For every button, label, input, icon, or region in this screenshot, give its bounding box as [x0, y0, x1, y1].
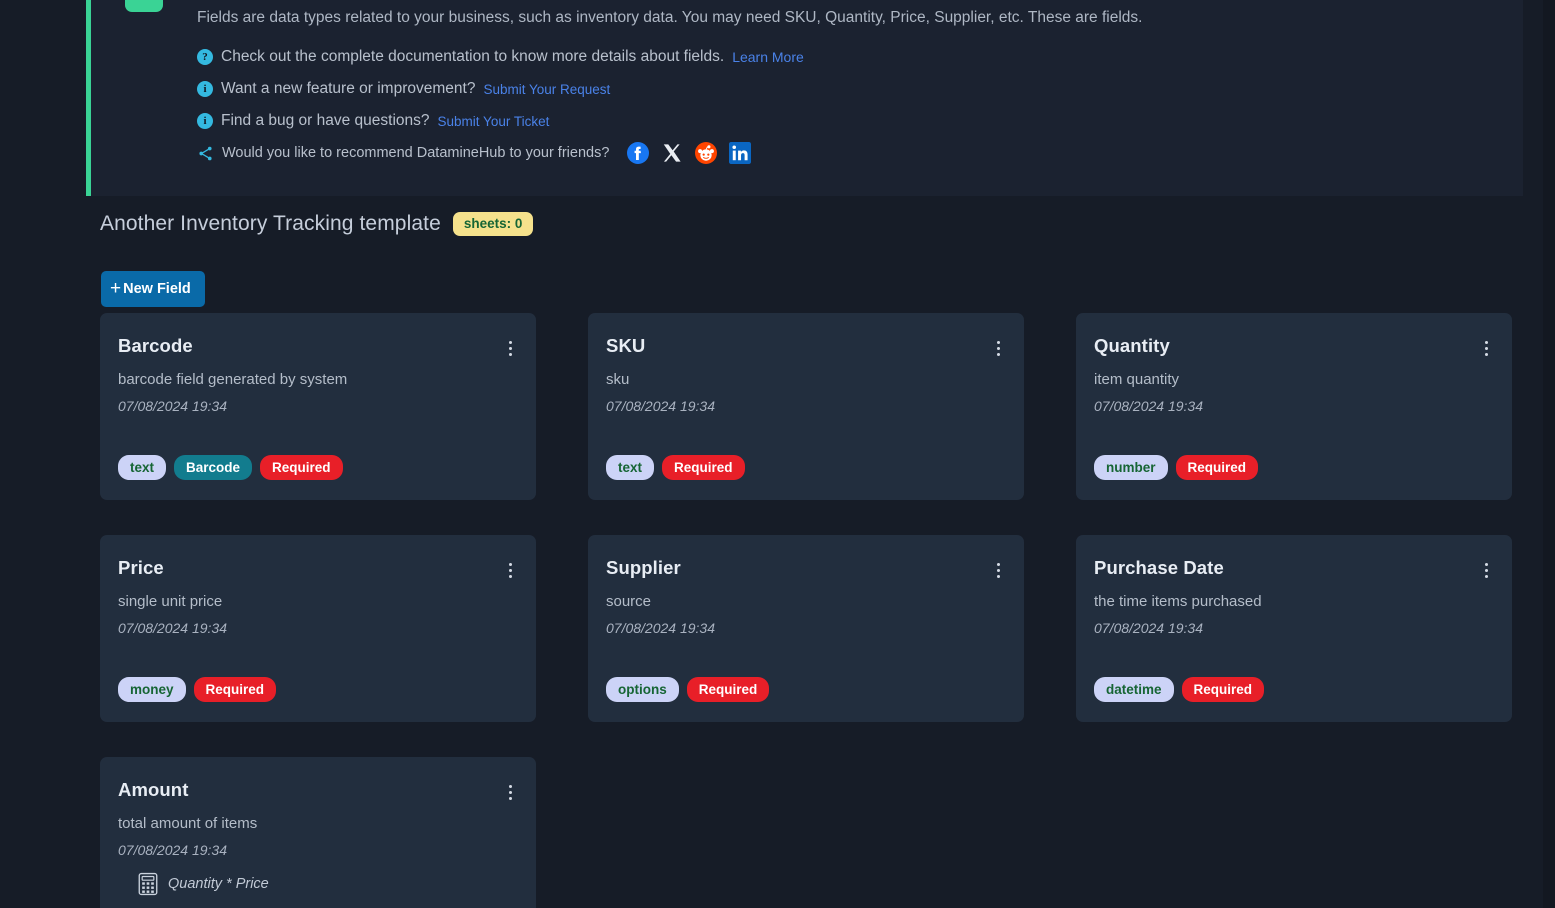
facebook-icon[interactable] — [627, 142, 650, 165]
field-card-description: sku — [606, 371, 630, 388]
field-card-timestamp: 07/08/2024 19:34 — [118, 842, 227, 858]
field-card-header: Purchase Date — [1094, 557, 1494, 581]
new-field-button-label: New Field — [123, 281, 191, 297]
share-icon — [199, 146, 212, 161]
field-badge-type: text — [606, 454, 655, 480]
social-share-buttons — [627, 142, 752, 165]
field-card-description: the time items purchased — [1094, 593, 1262, 610]
field-badge-required: Required — [1181, 676, 1265, 702]
banner-row-documentation: ? Check out the complete documentation t… — [197, 41, 1517, 73]
field-card[interactable]: Price single unit price 07/08/2024 19:34 mo… — [100, 535, 536, 722]
field-card-title: Amount — [118, 779, 189, 800]
field-badge-type: number — [1094, 454, 1168, 480]
field-card-badges: options Required — [606, 657, 1006, 702]
plus-icon: + — [110, 277, 122, 299]
field-card-timestamp: 07/08/2024 19:34 — [606, 620, 715, 636]
sheets-count-badge: sheets: 0 — [452, 212, 534, 236]
share-prompt-text: Would you like to recommend DatamineHub … — [222, 145, 610, 162]
field-badge-type: text — [118, 454, 167, 480]
field-card-menu-icon[interactable] — [988, 337, 1008, 359]
field-card-description: total amount of items — [118, 815, 258, 832]
field-card-title: SKU — [606, 335, 646, 356]
field-card-timestamp: 07/08/2024 19:34 — [606, 398, 715, 414]
field-card-header: Amount — [118, 779, 518, 803]
banner-row-bug-report: i Find a bug or have questions? Submit Y… — [197, 105, 1517, 137]
field-card-header: SKU — [606, 335, 1006, 359]
field-card-description: item quantity — [1094, 371, 1180, 388]
field-card-badges: money Required — [118, 657, 518, 702]
learn-more-link[interactable]: Learn More — [732, 49, 804, 65]
reddit-icon[interactable] — [695, 142, 718, 165]
field-card-title: Supplier — [606, 557, 681, 578]
banner-bug-text: Find a bug or have questions? — [221, 112, 430, 130]
banner-row-share: Would you like to recommend DatamineHub … — [197, 137, 1517, 169]
field-card-menu-icon[interactable] — [1476, 559, 1496, 581]
banner-feature-text: Want a new feature or improvement? — [221, 80, 476, 98]
banner-doc-text: Check out the complete documentation to … — [221, 48, 725, 66]
field-badge-required: Required — [662, 454, 745, 480]
field-badge-required: Required — [686, 676, 770, 702]
field-card-title: Quantity — [1094, 335, 1170, 356]
new-field-button[interactable]: + New Field — [101, 271, 205, 307]
field-badge-type: options — [606, 676, 679, 702]
field-badge-required: Required — [1175, 454, 1259, 480]
fields-info-banner: Fields are data types related to your bu… — [86, 0, 1523, 196]
field-card-badges: text Barcode Required — [118, 435, 518, 480]
field-card-badges: datetime Required — [1094, 657, 1494, 702]
x-twitter-icon[interactable] — [661, 142, 683, 164]
field-card-header: Supplier — [606, 557, 1006, 581]
field-card-header: Price — [118, 557, 518, 581]
field-badge-type: datetime — [1094, 676, 1174, 702]
field-card[interactable]: SKU sku 07/08/2024 19:34 text Required — [588, 313, 1024, 500]
field-badge-barcode: Barcode — [174, 454, 253, 480]
field-card-badges: text Required — [606, 435, 1006, 480]
field-badge-required: Required — [193, 676, 277, 702]
field-card[interactable]: Purchase Date the time items purchased 07/… — [1076, 535, 1512, 722]
field-card[interactable]: Amount total amount of items 07/08/2024 19… — [100, 757, 536, 908]
field-card[interactable]: Supplier source 07/08/2024 19:34 options Req… — [588, 535, 1024, 722]
field-card-title: Purchase Date — [1094, 557, 1224, 578]
field-card-timestamp: 07/08/2024 19:34 — [1094, 620, 1203, 636]
field-card-title: Price — [118, 557, 164, 578]
submit-your-ticket-link[interactable]: Submit Your Ticket — [438, 114, 550, 129]
field-card-formula-text: Quantity * Price — [168, 876, 269, 892]
field-card-header: Barcode — [118, 335, 518, 359]
field-card-timestamp: 07/08/2024 19:34 — [118, 398, 227, 414]
field-card[interactable]: Barcode barcode field generated by system… — [100, 313, 536, 500]
field-card-menu-icon[interactable] — [1476, 337, 1496, 359]
banner-row-feature-request: i Want a new feature or improvement? Sub… — [197, 73, 1517, 105]
banner-body: Fields are data types related to your bu… — [197, 6, 1517, 169]
field-card-menu-icon[interactable] — [500, 781, 520, 803]
field-card-description: source — [606, 593, 652, 610]
field-card-timestamp: 07/08/2024 19:34 — [118, 620, 227, 636]
field-card-description: single unit price — [118, 593, 223, 610]
page-title: Another Inventory Tracking template — [100, 212, 441, 235]
fields-card-grid: Barcode barcode field generated by system… — [100, 313, 1512, 908]
field-card-menu-icon[interactable] — [500, 337, 520, 359]
field-card-title: Barcode — [118, 335, 193, 356]
field-card-menu-icon[interactable] — [500, 559, 520, 581]
info-circle-icon: i — [197, 113, 213, 130]
field-badge-required: Required — [260, 454, 343, 480]
field-card[interactable]: Quantity item quantity 07/08/2024 19:34 num… — [1076, 313, 1512, 500]
field-card-timestamp: 07/08/2024 19:34 — [1094, 398, 1203, 414]
field-card-menu-icon[interactable] — [988, 559, 1008, 581]
field-card-description: barcode field generated by system — [118, 371, 348, 388]
field-badge-type: money — [118, 676, 186, 702]
field-card-formula-row: Quantity * Price — [118, 872, 518, 896]
linkedin-icon[interactable] — [729, 142, 752, 165]
banner-status-pill — [125, 0, 163, 12]
section-header: Another Inventory Tracking template shee… — [100, 212, 534, 236]
question-mark-circle-icon: ? — [197, 49, 213, 66]
field-card-header: Quantity — [1094, 335, 1494, 359]
info-circle-icon: i — [197, 81, 213, 98]
banner-lead-text: Fields are data types related to your bu… — [197, 9, 1143, 26]
calculator-icon — [138, 872, 158, 896]
field-card-badges: number Required — [1094, 435, 1494, 480]
page-scrollbar-gutter[interactable] — [1543, 0, 1555, 908]
submit-your-request-link[interactable]: Submit Your Request — [483, 82, 610, 97]
